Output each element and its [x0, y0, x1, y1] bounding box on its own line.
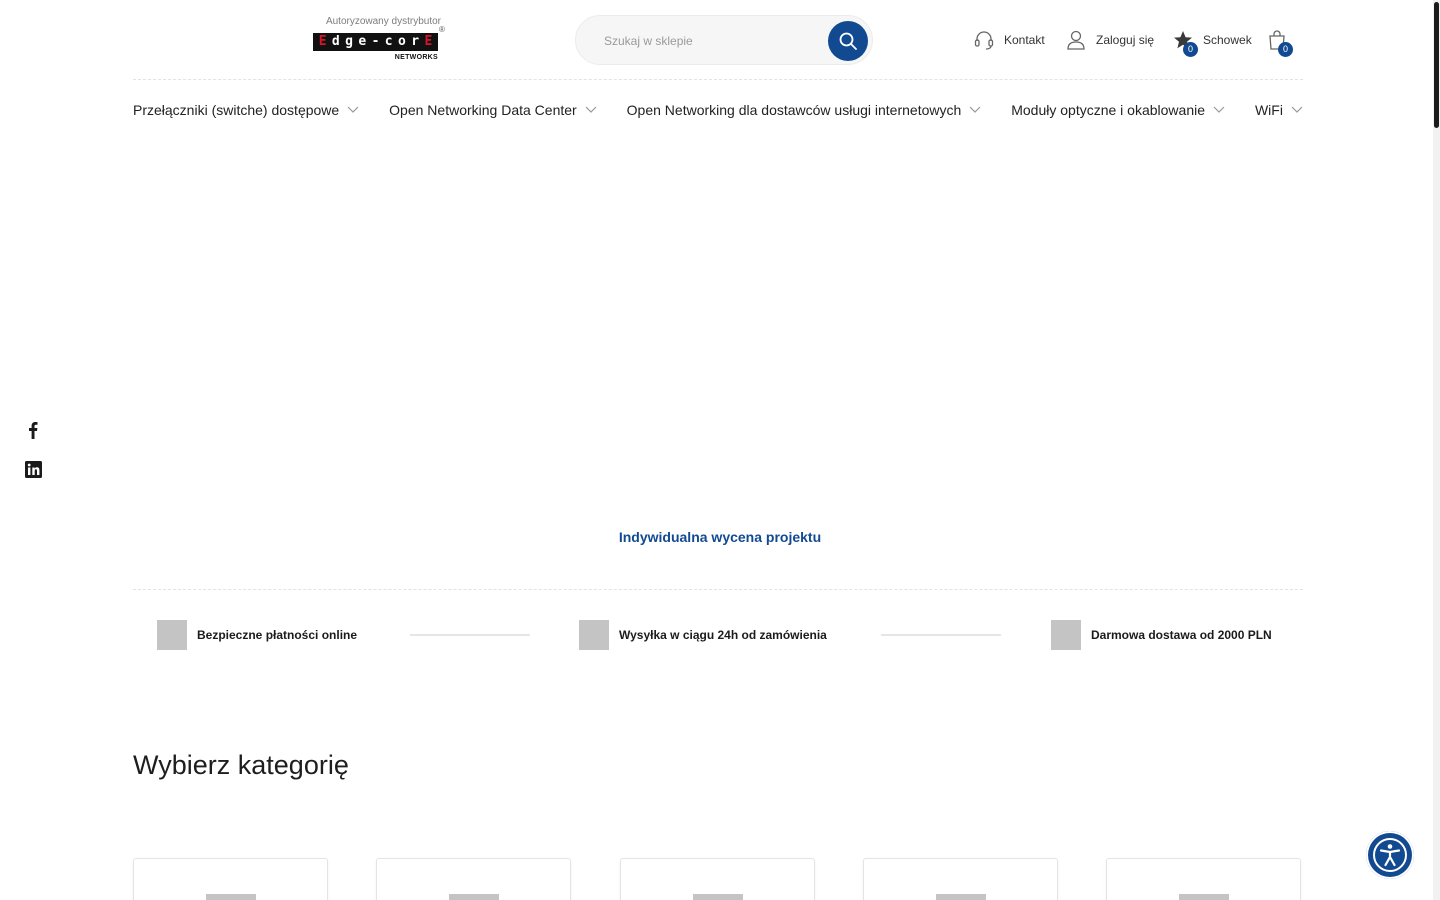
- logo-tagline: Autoryzowany dystrybutor: [325, 16, 441, 27]
- category-card[interactable]: [620, 858, 815, 900]
- cart-count-badge: 0: [1278, 42, 1293, 57]
- wishlist-count-badge: 0: [1183, 42, 1198, 57]
- project-quote-link[interactable]: Indywidualna wycena projektu: [619, 529, 821, 545]
- nav-item-wifi[interactable]: WiFi: [1255, 102, 1303, 118]
- contact-link[interactable]: Kontakt: [973, 28, 1045, 52]
- search-icon: [839, 32, 857, 50]
- nav-item-label: Open Networking dla dostawców usługi int…: [626, 102, 962, 118]
- edgecore-logo[interactable]: Autoryzowany dystrybutor E d g e - c o r…: [313, 14, 447, 64]
- headset-icon: [973, 28, 995, 52]
- logo-wordmark: E d g e - c o r E: [313, 33, 438, 51]
- banner-cta: Indywidualna wycena projektu: [0, 529, 1440, 547]
- feature-label: Bezpieczne płatności online: [197, 628, 358, 642]
- feature-fast-shipping: Wysyłka w ciągu 24h od zamówienia: [579, 620, 827, 650]
- page-scrollbar[interactable]: [1433, 0, 1440, 900]
- site-header: Autoryzowany dystrybutor E d g e - c o r…: [133, 0, 1303, 80]
- logo-letter: E: [318, 34, 327, 49]
- contact-label: Kontakt: [1004, 33, 1045, 47]
- nav-item-label: Przełączniki (switche) dostępowe: [133, 102, 340, 118]
- logo-letter: e: [358, 34, 367, 49]
- feature-label: Darmowa dostawa od 2000 PLN: [1091, 628, 1272, 642]
- search-input[interactable]: [604, 31, 804, 51]
- chevron-down-icon: [585, 106, 597, 113]
- star-icon: 0: [1172, 28, 1198, 57]
- logo-subtext: NETWORKS: [394, 54, 438, 61]
- category-image-placeholder: [936, 894, 986, 900]
- scrollbar-thumb[interactable]: [1434, 2, 1439, 128]
- feature-icon-placeholder: [157, 620, 187, 650]
- main-navigation: Przełączniki (switche) dostępowe Open Ne…: [133, 96, 1303, 124]
- feature-separator: [410, 634, 530, 636]
- category-image-placeholder: [693, 894, 743, 900]
- logo-letter: r: [411, 34, 420, 49]
- feature-icon-placeholder: [579, 620, 609, 650]
- user-icon: [1065, 28, 1087, 52]
- chevron-down-icon: [969, 106, 981, 113]
- facebook-icon: [29, 422, 38, 439]
- categories-title: Wybierz kategorię: [133, 750, 349, 780]
- accessibility-button[interactable]: [1366, 831, 1414, 879]
- shopping-bag-icon: 0: [1266, 28, 1293, 57]
- linkedin-link[interactable]: [24, 460, 42, 478]
- nav-item-label: Moduły optyczne i okablowanie: [1011, 102, 1206, 118]
- feature-free-delivery: Darmowa dostawa od 2000 PLN: [1051, 620, 1272, 650]
- wishlist-label: Schowek: [1203, 33, 1252, 47]
- nav-item-data-center[interactable]: Open Networking Data Center: [389, 102, 597, 118]
- chevron-down-icon: [1213, 106, 1225, 113]
- search-button[interactable]: [828, 21, 868, 61]
- logo-registered-mark: ®: [439, 25, 445, 34]
- search-bar: [575, 15, 873, 65]
- nav-item-label: Open Networking Data Center: [389, 102, 577, 118]
- wishlist-link[interactable]: 0 Schowek: [1172, 28, 1252, 57]
- feature-secure-payments: Bezpieczne płatności online: [157, 620, 357, 650]
- feature-separator: [881, 634, 1001, 636]
- nav-item-optical-modules[interactable]: Moduły optyczne i okablowanie: [1011, 102, 1225, 118]
- category-image-placeholder: [1179, 894, 1229, 900]
- category-card[interactable]: [863, 858, 1058, 900]
- chevron-down-icon: [347, 106, 359, 113]
- accessibility-icon: [1373, 838, 1407, 872]
- logo-letter: c: [384, 34, 393, 49]
- category-image-placeholder: [206, 894, 256, 900]
- linkedin-icon: [24, 460, 42, 478]
- nav-item-access-switches[interactable]: Przełączniki (switche) dostępowe: [133, 102, 359, 118]
- login-label: Zaloguj się: [1096, 33, 1155, 47]
- nav-item-isp[interactable]: Open Networking dla dostawców usługi int…: [627, 102, 982, 118]
- logo-letter: E: [424, 34, 433, 49]
- category-card[interactable]: [1106, 858, 1301, 900]
- section-divider: [133, 589, 1303, 590]
- category-image-placeholder: [449, 894, 499, 900]
- cart-link[interactable]: 0: [1266, 28, 1293, 57]
- logo-letter: g: [345, 34, 353, 49]
- login-link[interactable]: Zaloguj się: [1065, 28, 1154, 52]
- logo-letter: d: [331, 34, 340, 49]
- feature-label: Wysyłka w ciągu 24h od zamówienia: [619, 628, 827, 642]
- facebook-link[interactable]: [24, 421, 42, 439]
- feature-icon-placeholder: [1051, 620, 1081, 650]
- logo-letter: o: [398, 34, 406, 49]
- category-card[interactable]: [133, 858, 328, 900]
- nav-item-label: WiFi: [1254, 102, 1283, 118]
- category-card[interactable]: [376, 858, 571, 900]
- logo-letter: -: [371, 34, 380, 49]
- chevron-down-icon: [1291, 106, 1303, 113]
